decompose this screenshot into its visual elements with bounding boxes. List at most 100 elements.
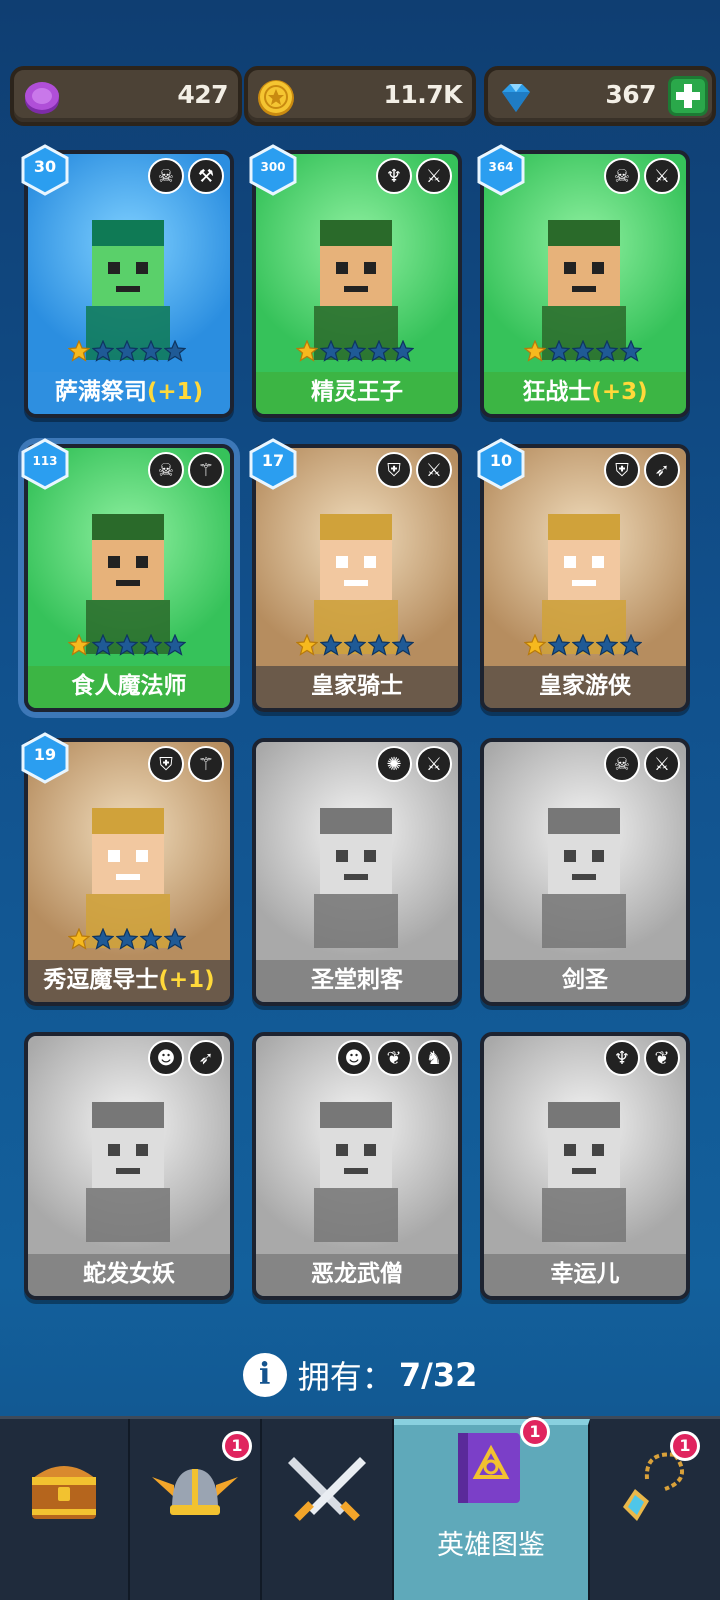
hero-card[interactable]: 皇家游侠 10 ⛨ ➶ [477, 438, 690, 712]
winged-helmet-icon [152, 1469, 238, 1515]
hero-tags: ⛨ ⚔ [376, 452, 452, 488]
sword-icon: ⚔ [644, 158, 680, 194]
hero-level: 10 [489, 451, 513, 470]
dragon-icon: ♞ [416, 1040, 452, 1076]
hero-name: 萨满祭司 [54, 379, 147, 405]
hero-figure [86, 514, 170, 654]
hero-tags: ☻ ❦ ♞ [336, 1040, 452, 1076]
hero-name: 恶龙武僧 [311, 1261, 403, 1287]
hero-tags: ✺ ⚔ [376, 746, 452, 782]
star-empty-icon [392, 634, 414, 656]
coin-counter[interactable]: 11.7K [244, 66, 476, 126]
level-badge: 19 [20, 732, 70, 784]
hero-name-bar: 蛇发女妖 [28, 1254, 230, 1296]
orc-faction-icon: ☠ [148, 452, 184, 488]
level-badge: 300 [248, 144, 298, 196]
hero-stars [296, 634, 414, 656]
helmet-faction-icon: ⛨ [604, 452, 640, 488]
star-filled-icon [296, 634, 318, 656]
hero-card[interactable]: 精灵王子 300 ♆ ⚔ [249, 144, 462, 418]
diamond-icon [502, 84, 530, 112]
hero-name-bar: 恶龙武僧 [256, 1254, 458, 1296]
hero-bonus: (+3) [591, 379, 648, 405]
hero-card[interactable]: 萨满祭司(+1) 30 ☠ ⚒ [21, 144, 234, 418]
add-diamonds-button[interactable] [668, 76, 708, 116]
level-badge: 113 [20, 438, 70, 490]
star-empty-icon [164, 340, 186, 362]
owned-count: 7/32 [398, 1356, 478, 1394]
currency-bar: 427 11.7K 367 [4, 66, 716, 126]
elf-faction-icon: ♆ [604, 1040, 640, 1076]
star-empty-icon [140, 634, 162, 656]
hero-card[interactable]: 圣堂刺客 ✺ ⚔ [252, 738, 462, 1006]
hero-level: 364 [488, 160, 514, 174]
hero-stars [296, 340, 414, 362]
hero-card[interactable]: 剑圣 ☠ ⚔ [480, 738, 690, 1006]
hero-tags: ☻ ➶ [148, 1040, 224, 1076]
nav-codex[interactable]: 英雄图鉴 1 [394, 1417, 590, 1600]
gem-counter[interactable]: 427 [10, 66, 242, 126]
bow-icon: ➶ [644, 452, 680, 488]
hero-level: 300 [260, 160, 286, 174]
star-empty-icon [116, 634, 138, 656]
hero-bonus: (+1) [158, 967, 215, 993]
helmet-faction-icon: ⛨ [148, 746, 184, 782]
diamond-value: 367 [605, 80, 656, 109]
hero-level: 17 [261, 451, 285, 470]
star-empty-icon [344, 634, 366, 656]
angel-faction-icon: ✺ [376, 746, 412, 782]
hero-name-bar: 精灵王子 [256, 372, 458, 414]
nav-chest[interactable] [0, 1419, 130, 1600]
hero-name: 蛇发女妖 [83, 1261, 175, 1287]
hero-figure [314, 808, 398, 948]
star-empty-icon [548, 634, 570, 656]
helmet-faction-icon: ⛨ [376, 452, 412, 488]
hero-card[interactable]: 秀逗魔导士(+1) 19 ⛨ ⚚ [21, 732, 234, 1006]
hero-stars [524, 634, 642, 656]
wand-icon: ⚚ [188, 452, 224, 488]
gem-value: 427 [177, 80, 228, 109]
hero-figure [86, 1102, 170, 1242]
nav-amulet[interactable]: 1 [590, 1419, 720, 1600]
diamond-counter[interactable]: 367 [484, 66, 716, 126]
nav-battle[interactable] [262, 1419, 394, 1600]
bow-icon: ➶ [188, 1040, 224, 1076]
hero-card[interactable]: 蛇发女妖 ☻ ➶ [24, 1032, 234, 1300]
amulet-badge: 1 [670, 1431, 700, 1461]
hero-figure [314, 1102, 398, 1242]
star-empty-icon [92, 634, 114, 656]
hero-figure [542, 808, 626, 948]
owned-counter: i 拥有： 7/32 [0, 1352, 720, 1398]
hero-stars [68, 928, 186, 950]
orc-faction-icon: ☠ [604, 746, 640, 782]
hero-card[interactable]: 皇家骑士 17 ⛨ ⚔ [249, 438, 462, 712]
sword-icon: ⚔ [416, 158, 452, 194]
hero-card[interactable]: 食人魔法师 113 ☠ ⚚ [21, 438, 234, 712]
hero-name-bar: 皇家游侠 [484, 666, 686, 708]
hero-card[interactable]: 狂战士(+3) 364 ☠ ⚔ [477, 144, 690, 418]
info-icon[interactable]: i [242, 1353, 287, 1397]
star-empty-icon [596, 634, 618, 656]
hero-card[interactable]: 恶龙武僧 ☻ ❦ ♞ [252, 1032, 462, 1300]
hero-tags: ☠ ⚚ [148, 452, 224, 488]
star-empty-icon [164, 928, 186, 950]
hero-name: 剑圣 [562, 967, 608, 993]
spellbook-icon [458, 1433, 520, 1503]
purple-gem-icon [25, 82, 59, 114]
star-filled-icon [524, 634, 546, 656]
hero-figure [542, 220, 626, 360]
sword-icon: ⚔ [416, 452, 452, 488]
hero-name: 狂战士 [522, 379, 592, 405]
star-empty-icon [392, 340, 414, 362]
demon-faction-icon: ☻ [148, 1040, 184, 1076]
star-empty-icon [116, 928, 138, 950]
hero-name-bar: 食人魔法师 [28, 666, 230, 708]
hero-tags: ⛨ ➶ [604, 452, 680, 488]
hero-figure [542, 514, 626, 654]
hero-name-bar: 圣堂刺客 [256, 960, 458, 1002]
hero-name: 皇家游侠 [539, 673, 631, 699]
hero-level: 30 [33, 157, 57, 176]
hero-card[interactable]: 幸运儿 ♆ ❦ [480, 1032, 690, 1300]
nav-heroes[interactable]: 1 [130, 1419, 262, 1600]
hero-figure [86, 220, 170, 360]
